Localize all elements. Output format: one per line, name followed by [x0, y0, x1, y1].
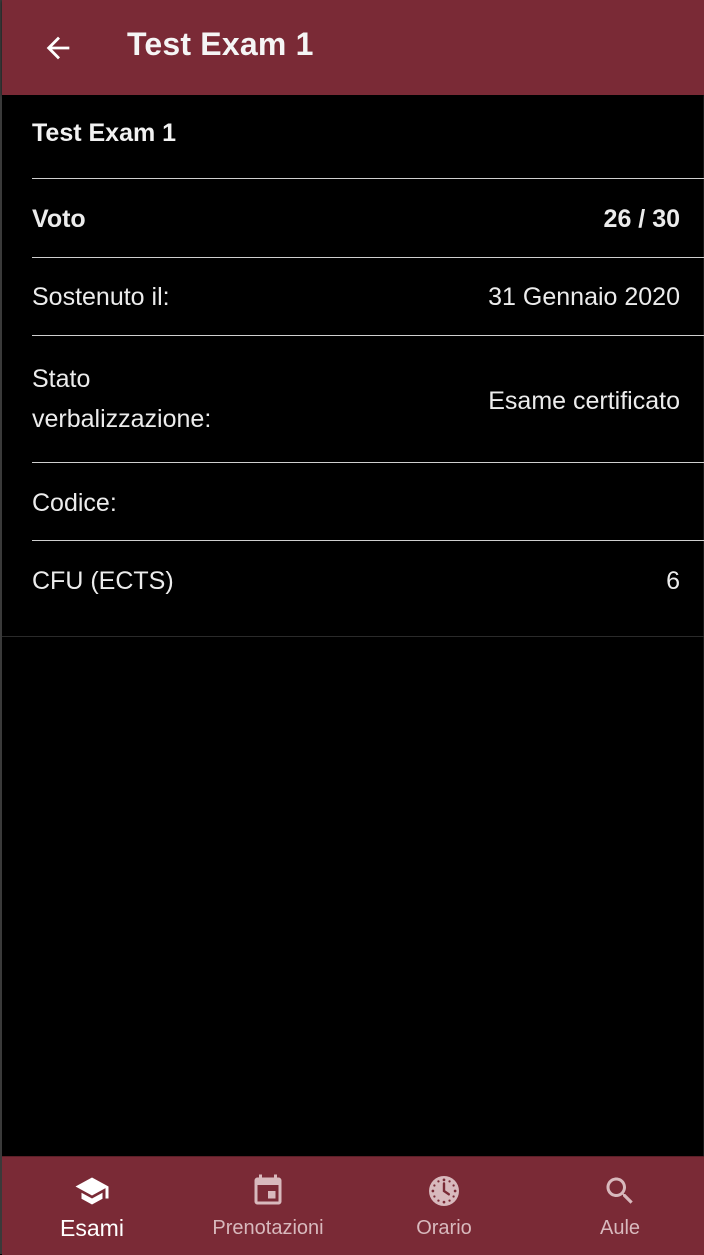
divider: [32, 540, 704, 541]
divider: [32, 178, 704, 179]
nav-label-prenotazioni: Prenotazioni: [212, 1217, 324, 1239]
status-label-line2: verbalizzazione:: [32, 405, 212, 433]
nav-item-orario[interactable]: Orario: [356, 1157, 532, 1255]
list-end-divider: [2, 636, 704, 637]
page-title: Test Exam 1: [127, 26, 314, 62]
back-button[interactable]: [32, 24, 84, 72]
arrow-back-icon: [46, 36, 70, 60]
status-label-line1: Stato: [32, 365, 91, 393]
calendar-icon: [254, 1174, 282, 1205]
app-screen: Test Exam 1 Test Exam 1 Voto 26 / 30 Sos…: [0, 0, 704, 1255]
clock-icon: [429, 1176, 459, 1206]
search-icon: [606, 1177, 633, 1204]
cfu-label: CFU (ECTS): [32, 567, 174, 595]
nav-item-esami[interactable]: Esami: [4, 1157, 180, 1255]
nav-item-prenotazioni[interactable]: Prenotazioni: [180, 1157, 356, 1255]
nav-item-aule[interactable]: Aule: [532, 1157, 704, 1255]
cfu-value: 6: [666, 567, 680, 595]
code-label: Codice:: [32, 489, 117, 517]
nav-label-aule: Aule: [599, 1217, 641, 1239]
divider: [32, 257, 704, 258]
graduation-cap-icon: [75, 1177, 109, 1205]
date-value: 31 Gennaio 2020: [488, 283, 680, 311]
exam-name: Test Exam 1: [32, 119, 177, 147]
nav-label-orario: Orario: [416, 1217, 472, 1239]
status-value: Esame certificato: [488, 387, 680, 415]
date-label: Sostenuto il:: [32, 283, 170, 311]
nav-label-esami: Esami: [60, 1215, 124, 1241]
app-bar: Test Exam 1: [2, 0, 704, 95]
divider: [32, 335, 704, 336]
bottom-navigation: Esami Prenotazioni Orario Aule: [2, 1156, 704, 1255]
divider: [32, 462, 704, 463]
status-label: Stato verbalizzazione:: [32, 359, 211, 439]
grade-value: 26 / 30: [603, 205, 680, 233]
grade-label: Voto: [32, 205, 86, 233]
